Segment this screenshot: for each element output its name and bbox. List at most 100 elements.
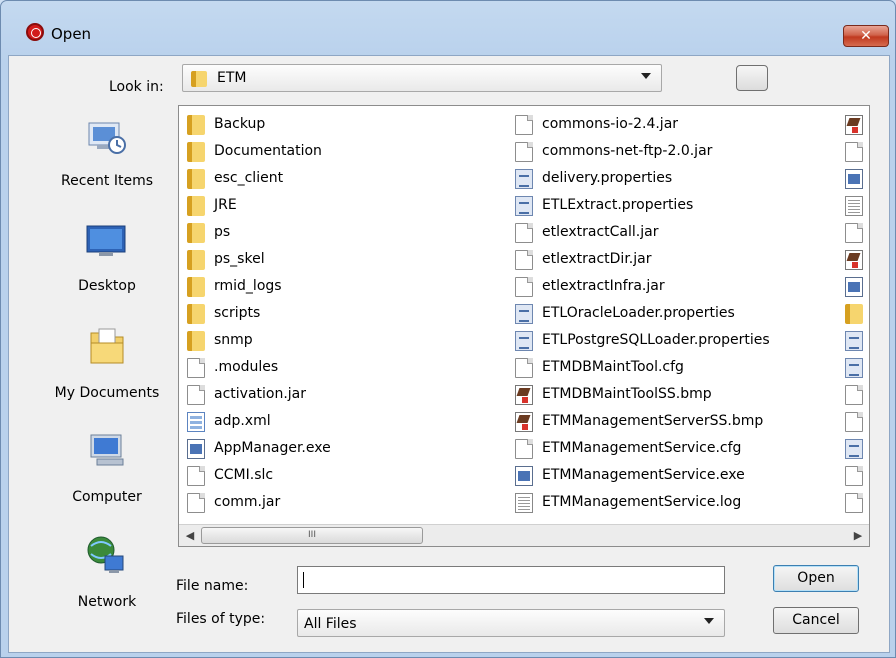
dialog-content: Look in: ETM Recent Items Desktop My Doc… [8,55,890,653]
file-name: activation.jar [214,386,307,402]
folder-file-icon [187,304,205,324]
place-my-documents[interactable]: My Documents [43,317,171,417]
view-menu-button[interactable] [736,65,768,91]
file-name: etlextractInfra.jar [542,278,665,294]
close-button[interactable]: ✕ [843,25,889,47]
doc-file-icon [515,439,533,459]
file-name: etlextractDir.jar [542,251,652,267]
file-name: ETMManagementServerSS.bmp [542,413,764,429]
scroll-right-arrow-icon[interactable]: ▶ [849,527,867,544]
place-label: Computer [72,489,142,505]
open-dialog: Open ✕ Look in: ETM Recent Items Desktop… [0,0,896,658]
file-name: JRE [214,197,237,213]
doc-file-icon [187,493,205,513]
exe-file-icon [515,466,533,486]
exe-file-icon [187,439,205,459]
look-in-dropdown[interactable]: ETM [182,64,662,92]
file-name: ETLOracleLoader.properties [542,305,735,321]
file-name: comm.jar [214,494,281,510]
file-name: rmid_logs [214,278,282,294]
props-file-icon [515,169,533,189]
place-label: Recent Items [61,173,153,189]
my-documents-icon [90,328,124,364]
computer-icon [90,434,124,466]
look-in-label: Look in: [109,79,164,95]
doc-file-icon [515,223,533,243]
recent-items-icon [88,122,126,154]
place-desktop[interactable]: Desktop [43,210,171,310]
file-name: ETLPostgreSQLLoader.properties [542,332,770,348]
folder-file-icon [187,142,205,162]
doc-file-icon [187,358,205,378]
bmp-file-icon [515,385,533,405]
file-name: etlextractCall.jar [542,224,659,240]
doc-file-icon [515,142,533,162]
bmp-file-icon [515,412,533,432]
open-button[interactable]: Open [773,565,859,592]
doc-file-icon [845,466,863,486]
file-name-input[interactable] [297,566,725,594]
doc-file-icon [515,358,533,378]
file-name: .modules [214,359,279,375]
file-name: ETMManagementService.log [542,494,742,510]
doc-file-icon [187,466,205,486]
place-label: Desktop [78,278,136,294]
file-name: AppManager.exe [214,440,331,456]
folder-icon [191,71,207,87]
file-list[interactable]: Backup Documentation esc_client JRE ps ps_ske… [178,105,870,547]
doc-file-icon [845,493,863,513]
place-network[interactable]: Network [43,526,171,626]
scroll-left-arrow-icon[interactable]: ◀ [181,527,199,544]
doc-file-icon [187,385,205,405]
doc-file-icon [845,385,863,405]
bmp-file-icon [845,115,863,135]
title-bar[interactable]: Open ✕ [1,1,895,47]
cancel-button[interactable]: Cancel [773,607,859,634]
folder-file-icon [187,250,205,270]
window-title: Open [51,25,92,43]
chevron-down-icon [704,618,714,624]
file-name: ps_skel [214,251,265,267]
props-file-icon [845,331,863,351]
files-of-type-value: All Files [304,616,357,632]
chevron-down-icon [641,73,651,79]
doc-file-icon [845,223,863,243]
log-file-icon [515,493,533,513]
place-computer[interactable]: Computer [43,421,171,521]
bmp-file-icon [845,250,863,270]
doc-file-icon [515,115,533,135]
file-name: commons-net-ftp-2.0.jar [542,143,713,159]
places-bar: Recent Items Desktop My Documents Comput… [43,105,171,635]
folder-file-icon [187,115,205,135]
file-name: esc_client [214,170,284,186]
place-label: My Documents [54,385,160,401]
network-icon [87,536,124,573]
place-label: Network [77,594,137,610]
folder-file-icon [187,169,205,189]
file-name: ETMDBMaintToolSS.bmp [542,386,712,402]
horizontal-scrollbar[interactable]: ◀ III ▶ [179,524,869,546]
file-name: Documentation [214,143,322,159]
doc-file-icon [515,250,533,270]
doc-file-icon [845,412,863,432]
file-name: Backup [214,116,266,132]
place-recent-items[interactable]: Recent Items [43,105,171,205]
file-name: ps [214,224,231,240]
props-file-icon [845,439,863,459]
scrollbar-thumb[interactable]: III [201,527,423,544]
desktop-icon [86,225,126,256]
file-name: scripts [214,305,261,321]
props-file-icon [845,358,863,378]
folder-file-icon [187,196,205,216]
file-name: snmp [214,332,253,348]
text-caret [303,572,304,588]
doc-file-icon [845,142,863,162]
props-file-icon [515,304,533,324]
files-of-type-dropdown[interactable]: All Files [297,609,725,637]
exe-file-icon [845,169,863,189]
file-name: ETMManagementService.exe [542,467,745,483]
exe-file-icon [845,277,863,297]
xml-file-icon [187,412,205,432]
file-name: ETMDBMaintTool.cfg [542,359,684,375]
file-name: CCMI.slc [214,467,274,483]
